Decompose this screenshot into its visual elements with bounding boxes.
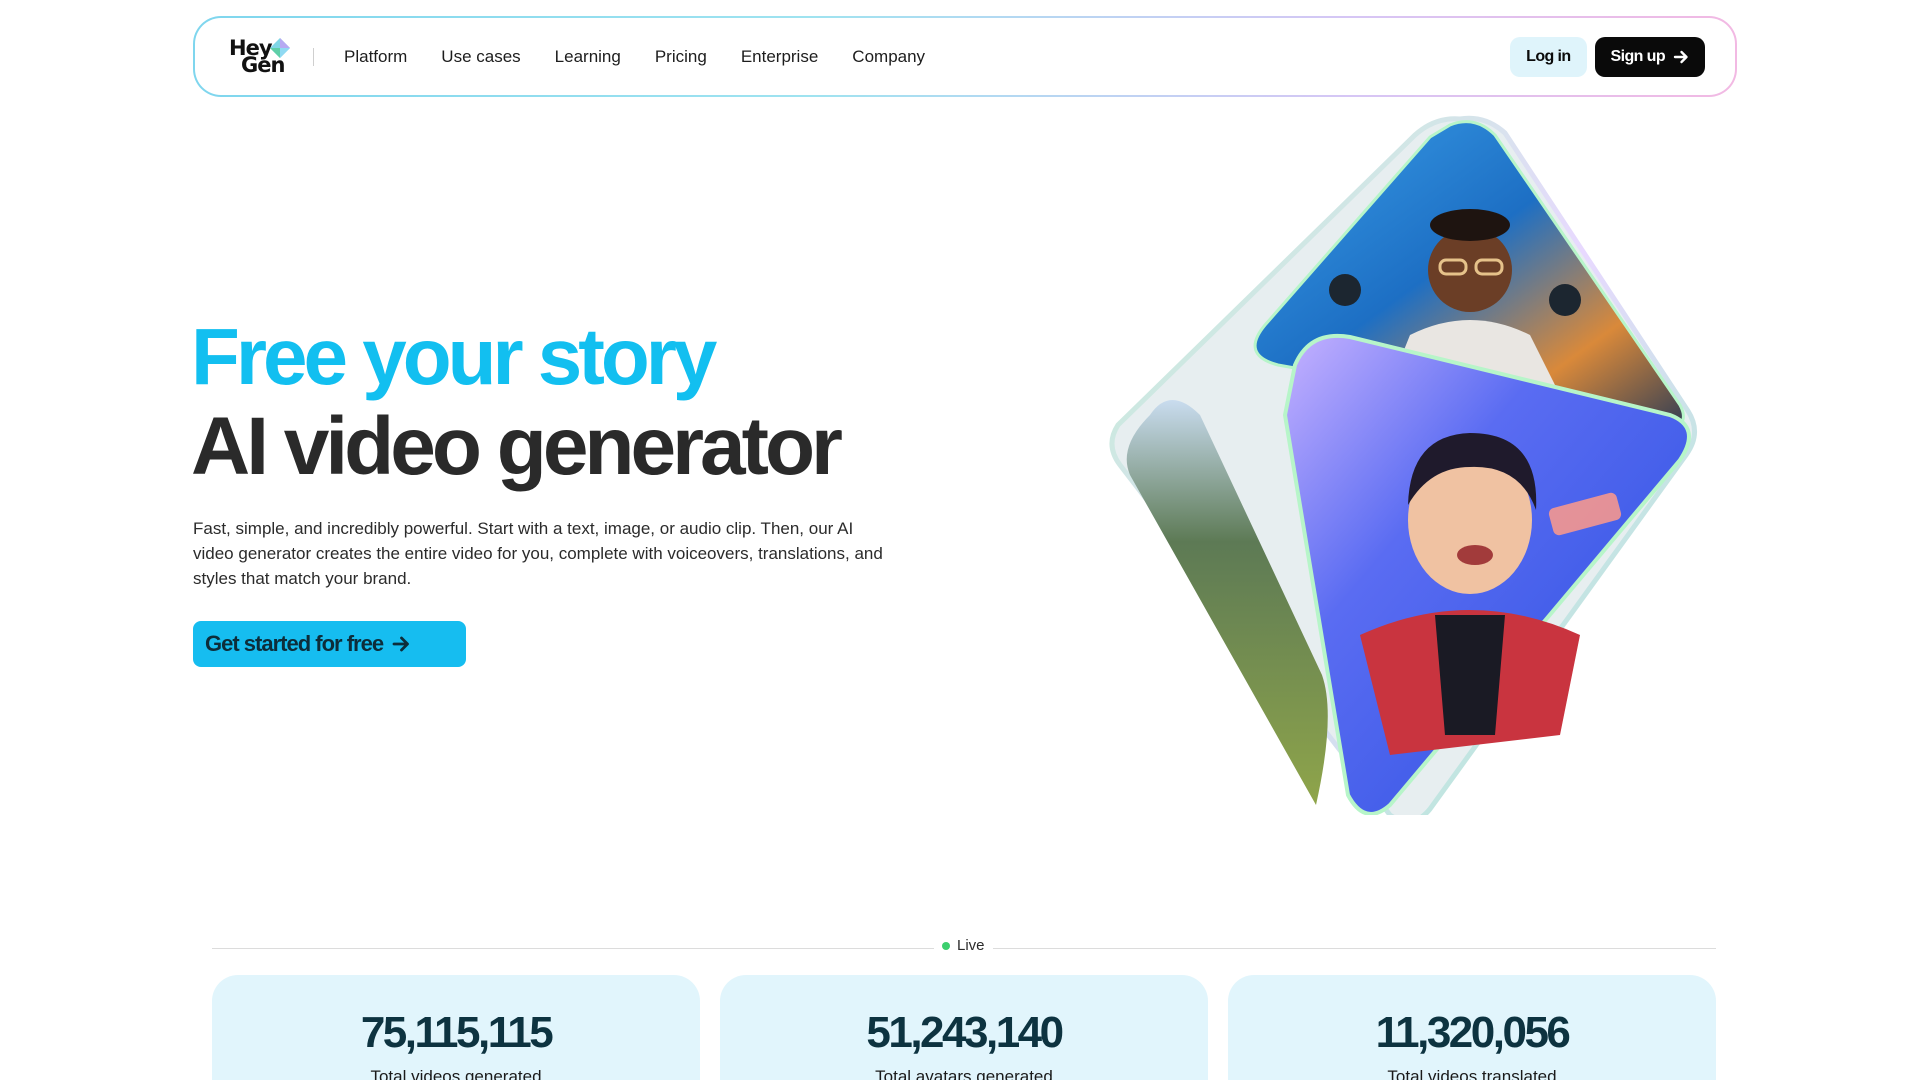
nav-link-use-cases[interactable]: Use cases [441, 47, 520, 67]
live-indicator: Live [934, 937, 993, 954]
stat-value: 11,320,056 [1375, 1008, 1571, 1057]
nav-divider [313, 47, 314, 66]
hero-description: Fast, simple, and incredibly powerful. S… [193, 519, 883, 588]
stats-row: 75,115,115 Total videos generated 51,243… [212, 975, 1716, 1080]
nav-link-platform[interactable]: Platform [344, 47, 407, 67]
nav-link-company[interactable]: Company [852, 47, 925, 67]
signup-button-label: Sign up [1610, 47, 1666, 65]
stat-label: Total videos translated [1387, 1067, 1557, 1080]
stat-label: Total videos generated [370, 1067, 542, 1080]
nav-link-enterprise[interactable]: Enterprise [741, 47, 818, 67]
arrow-right-icon [392, 636, 409, 652]
get-started-label: Get started for free [205, 631, 384, 656]
navbar-inner: Hey Gen Platform Use cases Learning Pric… [195, 18, 1735, 95]
stat-value: 51,243,140 [866, 1008, 1064, 1057]
signup-button[interactable]: Sign up [1594, 36, 1705, 77]
stat-label: Total avatars generated [875, 1067, 1053, 1080]
live-status-dot [942, 941, 950, 950]
login-button[interactable]: Log in [1510, 36, 1587, 77]
hero-title-main: AI video generator [191, 401, 843, 492]
nav-actions: Log in Sign up [1510, 36, 1705, 77]
hero-video-diamond [1109, 115, 1697, 815]
heygen-diamond-icon [270, 37, 290, 58]
stat-card-videos-generated: 75,115,115 Total videos generated [212, 975, 700, 1080]
hero-title-accent: Free your story [191, 312, 717, 401]
nav-link-learning[interactable]: Learning [555, 47, 621, 67]
heygen-logo[interactable]: Hey Gen [229, 35, 293, 79]
top-navbar: Hey Gen Platform Use cases Learning Pric… [193, 16, 1737, 97]
arrow-right-icon [1673, 50, 1688, 63]
nav-link-pricing[interactable]: Pricing [655, 47, 707, 67]
nav-links: Platform Use cases Learning Pricing Ente… [344, 47, 925, 67]
stat-card-videos-translated: 11,320,056 Total videos translated [1228, 975, 1716, 1080]
stat-card-avatars-generated: 51,243,140 Total avatars generated [720, 975, 1208, 1080]
get-started-button[interactable]: Get started for free [193, 621, 466, 667]
stat-value: 75,115,115 [360, 1008, 554, 1057]
live-label: Live [957, 937, 985, 954]
logo-line-2: Gen [241, 52, 285, 77]
